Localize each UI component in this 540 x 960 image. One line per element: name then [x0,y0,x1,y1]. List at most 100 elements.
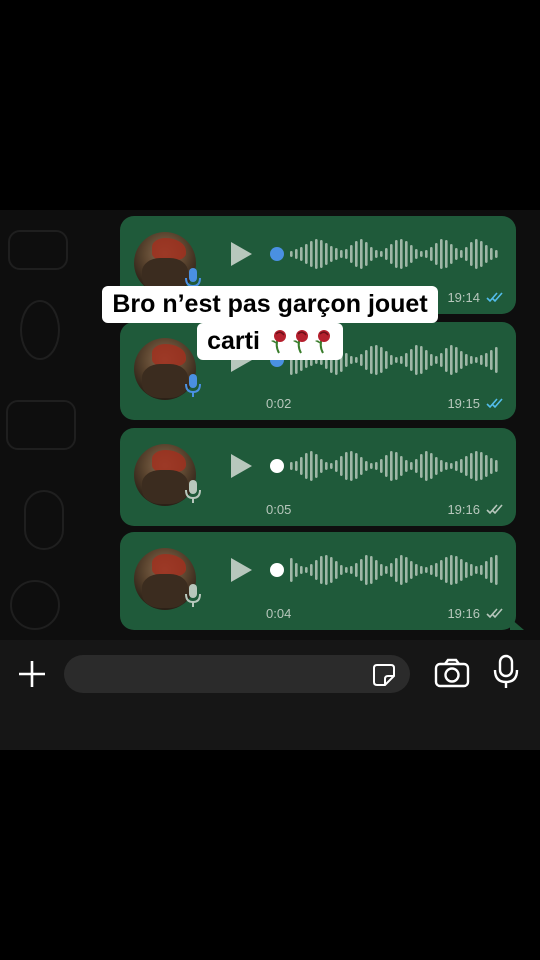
delivered-ticks-icon [486,608,503,619]
mic-badge-icon [185,584,201,607]
waveform-bar [420,251,423,257]
waveform-bar [475,566,478,574]
waveform-bar [490,248,493,260]
waveform-bar [470,453,473,479]
waveform-bar [395,452,398,480]
waveform-bar [495,460,498,472]
waveform-bar [365,555,368,585]
wilted-rose-icon [314,330,330,354]
waveform-bar [320,556,323,584]
playhead-knob[interactable] [270,563,284,577]
read-ticks-icon [486,398,503,409]
sticker-icon[interactable] [372,663,396,687]
message-time: 19:16 [447,502,480,517]
waveform-bar [405,557,408,583]
waveform-bar [345,249,348,259]
playhead-knob[interactable] [270,247,284,261]
waveform-bar [370,247,373,261]
waveform[interactable] [270,446,500,486]
waveform-bar [400,239,403,269]
waveform-bar [390,244,393,264]
background-doodle [6,400,76,450]
waveform-bar [480,565,483,575]
waveform-bar [340,250,343,258]
waveform[interactable] [270,234,500,274]
waveform-bar [370,556,373,584]
playhead-knob[interactable] [270,459,284,473]
waveform-bar [295,461,298,471]
voice-message[interactable]: 0:04 19:16 [120,532,524,630]
waveform-bar [490,458,493,474]
waveform-bar [495,250,498,258]
voice-duration: 0:04 [266,606,292,621]
waveform-bar [360,559,363,581]
waveform-bar [455,556,458,584]
waveform-bar [425,250,428,258]
waveform-bar [470,564,473,576]
waveform-bar [315,239,318,269]
waveform-bar [430,247,433,261]
waveform-bar [425,567,428,573]
waveform-bar [380,459,383,473]
waveform-bar [320,240,323,268]
waveform-bar [350,451,353,481]
message-input[interactable] [80,655,360,693]
waveform-bar [440,239,443,269]
waveform-bar [310,564,313,576]
mic-icon[interactable] [492,654,520,690]
waveform-bar [395,558,398,582]
waveform-bar [310,241,313,267]
play-icon[interactable] [228,240,254,268]
waveform-bar [485,561,488,579]
waveform-bar [450,463,453,469]
waveform-bar [455,248,458,260]
waveform-bar [485,245,488,263]
plus-icon[interactable] [16,658,48,690]
waveform-bar [410,561,413,579]
waveform-bar [415,459,418,473]
play-icon[interactable] [228,556,254,584]
waveform-bar [420,454,423,478]
waveform-bar [405,460,408,472]
waveform-bar [365,242,368,266]
waveform-bar [430,565,433,575]
waveform-bar [375,250,378,258]
voice-message[interactable]: 0:05 19:16 [120,428,516,526]
camera-icon[interactable] [434,658,470,688]
play-icon[interactable] [228,452,254,480]
waveform-bar [375,462,378,470]
waveform-bar [475,239,478,269]
waveform-bar [345,567,348,573]
waveform-bar [360,239,363,269]
waveform-bar [355,453,358,479]
message-input-box[interactable] [64,655,410,693]
waveform-bar [440,460,443,472]
waveform-bar [290,462,293,470]
waveform-bar [435,457,438,475]
waveform-bar [325,462,328,470]
composer-bar [0,640,540,750]
waveform-bar [395,240,398,268]
caption-text: carti [207,327,260,355]
waveform-bar [305,567,308,573]
waveform-bar [455,461,458,471]
waveform-bar [460,250,463,258]
waveform-bar [410,245,413,263]
waveform-bar [460,559,463,581]
waveform-bar [385,455,388,477]
waveform-bar [365,461,368,471]
waveform-bar [385,248,388,260]
waveform-bar [485,455,488,477]
waveform-bar [300,457,303,475]
background-doodle [24,490,64,550]
waveform-bar [420,566,423,574]
delivered-ticks-icon [486,504,503,515]
waveform-bar [370,463,373,469]
wilted-rose-icon [292,330,308,354]
message-time: 19:16 [447,606,480,621]
waveform[interactable] [270,550,500,590]
waveform-bar [390,451,393,481]
waveform-bar [445,462,448,470]
waveform-bar [495,555,498,585]
waveform-bar [435,243,438,265]
